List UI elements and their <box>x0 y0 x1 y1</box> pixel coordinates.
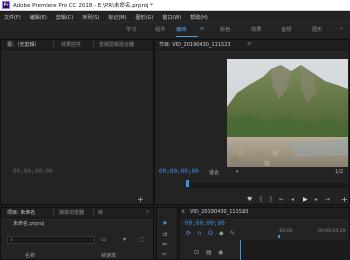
add-marker-icon[interactable]: ♥ <box>247 197 252 203</box>
timeline-close-icon[interactable]: × <box>181 209 185 215</box>
workspace-assembly[interactable]: 组件 <box>155 26 165 33</box>
new-bin-icon[interactable]: ▭ <box>101 237 107 243</box>
program-playhead[interactable] <box>186 180 189 187</box>
timeline-panel-header: × VID_20190430_111523 ≡ <box>180 208 349 218</box>
snap-icon[interactable]: ∩ <box>197 231 201 237</box>
program-resolution[interactable]: 1/2 <box>335 169 343 175</box>
program-menu-icon[interactable]: ≡ <box>247 41 251 47</box>
menu-window[interactable]: 窗口(W) <box>162 14 181 21</box>
program-timecode[interactable]: 00;00;00;00 <box>159 168 199 175</box>
program-fit-dropdown[interactable]: 适合 <box>209 169 219 176</box>
project-panel: 项目: 未命名 媒体浏览器 库 » 未命名.prproj 名称 帧速率 ▭ ▾ … <box>0 207 154 260</box>
project-file-name: 未命名.prproj <box>13 221 45 227</box>
view-options-icon[interactable]: ▾ <box>123 237 126 243</box>
tab-audio-clip-mixer[interactable]: 音频剪辑混合器 <box>99 41 134 48</box>
razor-tool-icon[interactable]: ✂ <box>162 252 167 258</box>
timeline-playhead[interactable] <box>278 235 280 238</box>
ripple-edit-tool-icon[interactable]: ⇔ <box>162 242 167 248</box>
add-marker-timeline-icon[interactable]: ◆ <box>219 231 224 237</box>
source-timecode[interactable]: 00;00;00;00 <box>13 168 53 175</box>
source-panel-header: 源：（无剪辑） 效果控件 音频剪辑混合器 <box>1 40 153 50</box>
column-name[interactable]: 名称 <box>25 252 35 259</box>
search-icon: ⌕ <box>10 237 13 243</box>
selection-tool-icon[interactable]: ➤ <box>162 220 168 227</box>
program-add-button-icon[interactable]: + <box>341 196 348 204</box>
project-overflow-icon[interactable]: » <box>146 209 149 215</box>
menu-edit[interactable]: 编辑(E) <box>30 14 47 21</box>
tab-media-browser[interactable]: 媒体浏览器 <box>59 209 84 216</box>
nest-toggle-icon[interactable]: ⟳ <box>186 231 191 237</box>
timeline-menu-icon[interactable]: ≡ <box>242 209 246 215</box>
source-panel: 源：（无剪辑） 效果控件 音频剪辑混合器 00;00;00;00 + <box>0 39 154 205</box>
menu-graphics[interactable]: 图形(G) <box>136 14 154 21</box>
linked-selection-icon[interactable]: ʘ <box>208 231 213 237</box>
tools-panel: ➤ ⇉ ⇔ ✂ <box>156 207 178 260</box>
workspace-graphics[interactable]: 图形 <box>312 26 322 33</box>
tab-effect-controls[interactable]: 效果控件 <box>61 41 81 48</box>
premiere-logo-icon: Pr <box>2 1 10 9</box>
track-eye-icon[interactable]: ◉ <box>218 250 223 256</box>
program-video-frame <box>227 59 348 167</box>
workspace-edit-menu-icon[interactable]: ≡ <box>200 26 204 32</box>
track-lock-icon[interactable]: ⊡ <box>194 250 199 256</box>
go-to-out-icon[interactable]: ⇥ <box>325 197 330 203</box>
workspace-effects[interactable]: 效果 <box>251 26 261 33</box>
tab-program[interactable]: 节目: VID_20190430_111523 <box>159 41 231 48</box>
ruler-start-label: :00;00 <box>278 229 293 234</box>
tab-separator <box>93 209 94 216</box>
program-scrubber[interactable] <box>187 183 349 188</box>
step-back-icon[interactable]: ◂ <box>291 197 294 203</box>
fit-dropdown-chevron-icon[interactable]: ▾ <box>236 169 239 175</box>
track-select-tool-icon[interactable]: ⇉ <box>162 232 167 238</box>
workspace-overflow-icon[interactable]: » <box>340 26 343 32</box>
ruler-mark-label: 00;00;04;29 <box>318 229 346 234</box>
menu-bar: 文件(F) 编辑(E) 剪辑(C) 序列(S) 标记(M) 图形(G) 窗口(W… <box>0 12 350 22</box>
timeline-tracks[interactable] <box>240 240 350 260</box>
play-icon[interactable]: ▶ <box>303 197 308 203</box>
project-panel-header: 项目: 未命名 媒体浏览器 库 » <box>1 208 153 218</box>
menu-file[interactable]: 文件(F) <box>4 14 21 21</box>
timeline-ruler[interactable]: :00;00 00;00;04;29 <box>278 228 350 238</box>
tab-libraries[interactable]: 库 <box>98 209 103 216</box>
source-add-button-icon[interactable]: + <box>137 196 144 204</box>
menu-clip[interactable]: 剪辑(C) <box>56 14 73 21</box>
step-forward-icon[interactable]: ▸ <box>315 197 318 203</box>
tab-separator <box>93 41 94 48</box>
program-panel-header: 节目: VID_20190430_111523 ≡ <box>155 40 349 50</box>
menu-sequence[interactable]: 序列(S) <box>82 14 99 21</box>
mark-in-icon[interactable]: { <box>259 197 263 203</box>
track-target-icon[interactable]: ▤ <box>206 250 212 256</box>
timeline-timecode[interactable]: 00;00;00;00 <box>185 220 225 227</box>
find-icon[interactable]: ⬚ <box>139 237 145 243</box>
workspace-bar: 学习 组件 ≡ 编辑 颜色 效果 音频 图形 » <box>0 22 350 38</box>
go-to-in-icon[interactable]: ⇤ <box>279 197 284 203</box>
menu-marker[interactable]: 标记(M) <box>108 14 126 21</box>
menu-help[interactable]: 帮助(H) <box>190 14 208 21</box>
column-frame-rate[interactable]: 帧速率 <box>101 252 116 259</box>
window-title: Adobe Premiere Pro CC 2018 - E:\PR\未命名.p… <box>13 3 154 9</box>
active-workspace-underline <box>176 36 198 37</box>
workspace-color[interactable]: 颜色 <box>220 26 230 33</box>
tab-sequence[interactable]: VID_20190430_111523 <box>190 209 248 215</box>
mark-out-icon[interactable]: } <box>269 197 273 203</box>
tab-separator <box>53 41 54 48</box>
project-search-input[interactable]: ⌕ <box>7 236 95 244</box>
workspace-learn[interactable]: 学习 <box>126 26 136 33</box>
workspace-edit[interactable]: 编辑 <box>176 26 186 33</box>
workspace-audio[interactable]: 音频 <box>281 26 291 33</box>
tab-project[interactable]: 项目: 未命名 <box>7 209 35 216</box>
tab-source[interactable]: 源：（无剪辑） <box>7 41 40 48</box>
tab-separator <box>53 209 54 216</box>
title-bar: Pr Adobe Premiere Pro CC 2018 - E:\PR\未命… <box>0 0 350 11</box>
timeline-settings-icon[interactable]: ✎ <box>230 231 235 237</box>
